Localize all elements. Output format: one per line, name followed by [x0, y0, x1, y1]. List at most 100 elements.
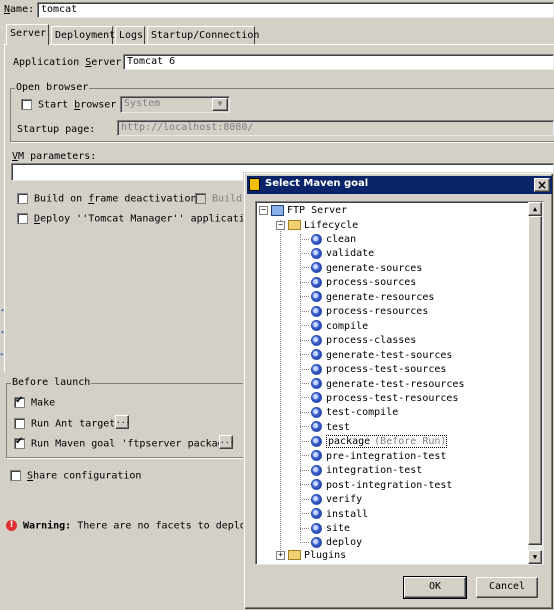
- close-icon[interactable]: ×: [534, 178, 550, 192]
- tree-goal-verify[interactable]: verify: [300, 493, 362, 507]
- goal-icon: [311, 522, 322, 534]
- tree-connector: [300, 281, 309, 283]
- goal-label: package: [326, 435, 372, 449]
- tree-connector: [300, 339, 309, 341]
- cancel-button[interactable]: Cancel: [476, 577, 538, 598]
- startup-page-field[interactable]: http://localhost:8080/: [117, 120, 554, 136]
- before-run-suffix: (Before Run): [370, 435, 448, 449]
- ant-ellipsis-button[interactable]: ...: [115, 415, 130, 429]
- goal-label: pre-integration-test: [326, 450, 447, 462]
- folder-icon: [288, 550, 301, 560]
- tree-scrollbar[interactable]: ▲ ▼: [528, 202, 543, 564]
- share-configuration-checkbox[interactable]: Share configuration: [10, 470, 141, 482]
- tree-goal-generate-test-resources[interactable]: generate-test-resources: [300, 378, 464, 392]
- startup-page-label: Startup page:: [17, 124, 96, 135]
- ok-button[interactable]: OK: [403, 576, 467, 599]
- tree-goal-pre-integration-test[interactable]: pre-integration-test: [300, 450, 446, 464]
- tree-connector: [300, 368, 309, 370]
- goal-label: test: [326, 421, 351, 433]
- tree-connector: [300, 440, 309, 442]
- goal-label: install: [326, 508, 369, 520]
- tree-plugins[interactable]: + Plugins: [276, 549, 346, 563]
- tree-goal-post-integration-test[interactable]: post-integration-test: [300, 479, 452, 493]
- tree-root[interactable]: − FTP Server: [259, 204, 347, 218]
- tab-deployment[interactable]: Deployment: [51, 26, 115, 44]
- goal-icon: [311, 378, 322, 389]
- app-server-select[interactable]: Tomcat 6: [123, 54, 554, 70]
- scroll-up-icon[interactable]: ▲: [528, 202, 542, 216]
- tree-connector: [300, 513, 309, 515]
- collapse-icon[interactable]: −: [259, 205, 268, 215]
- tree-goal-compile[interactable]: compile: [300, 320, 368, 334]
- tree-goal-process-classes[interactable]: process-classes: [300, 334, 416, 348]
- maven-ellipsis-button[interactable]: ...: [219, 435, 234, 449]
- splitter-arrow-icon[interactable]: ◂: [0, 306, 4, 314]
- tree-goal-generate-sources[interactable]: generate-sources: [300, 262, 422, 276]
- warning-icon: !: [6, 520, 17, 531]
- browser-select[interactable]: System ▼: [120, 96, 230, 113]
- tree-goal-integration-test[interactable]: integration-test: [300, 464, 422, 478]
- goal-label: integration-test: [326, 465, 423, 477]
- goal-label: validate: [326, 248, 375, 260]
- collapse-icon[interactable]: −: [276, 220, 285, 230]
- build-on-frame-checkbox[interactable]: Build on frame deactivation: [17, 193, 197, 205]
- tree-goal-process-test-resources[interactable]: process-test-resources: [300, 392, 458, 406]
- tree-connector: [300, 498, 309, 500]
- tree-goal-generate-test-sources[interactable]: generate-test-sources: [300, 349, 452, 363]
- run-maven-checkbox[interactable]: Run Maven goal 'ftpserver package': [14, 436, 236, 450]
- tree-goal-install[interactable]: install: [300, 508, 368, 522]
- splitter-arrow-icon[interactable]: ▸: [0, 350, 4, 358]
- tree-goal-generate-resources[interactable]: generate-resources: [300, 291, 434, 305]
- select-maven-goal-dialog: Select Maven goal × − FTP Server − Lifecyc…: [243, 172, 554, 610]
- scroll-thumb[interactable]: [528, 216, 542, 545]
- tree-goal-site[interactable]: site: [300, 522, 350, 536]
- goal-tree[interactable]: − FTP Server − Lifecycle clean validate gene…: [255, 201, 544, 565]
- tree-goal-process-test-sources[interactable]: process-test-sources: [300, 363, 446, 377]
- tree-connector: [300, 455, 309, 457]
- open-browser-title: Open browser: [15, 82, 90, 93]
- goal-label: generate-resources: [326, 291, 435, 303]
- goal-icon: [311, 291, 322, 303]
- tree-connector: [300, 484, 309, 486]
- deploy-checkbox[interactable]: Deploy ''Tomcat Manager'' application: [17, 213, 257, 225]
- goal-label: process-test-resources: [326, 392, 459, 404]
- tree-lifecycle[interactable]: − Lifecycle: [276, 219, 358, 233]
- goal-label: generate-test-sources: [326, 349, 453, 361]
- dialog-title: Select Maven goal: [265, 178, 369, 189]
- scroll-down-icon[interactable]: ▼: [528, 550, 542, 564]
- tab-server[interactable]: Server: [6, 24, 49, 45]
- tree-connector: [300, 383, 309, 384]
- tree-connector: [300, 325, 309, 327]
- goal-label: deploy: [326, 537, 363, 549]
- tree-goal-test[interactable]: test: [300, 421, 350, 435]
- start-browser-checkbox[interactable]: Start browser: [21, 99, 116, 111]
- make-checkbox[interactable]: Make: [14, 395, 55, 409]
- run-ant-checkbox[interactable]: Run Ant target: [14, 418, 115, 430]
- tree-goal-process-resources[interactable]: process-resources: [300, 305, 428, 319]
- tree-goal-process-sources[interactable]: process-sources: [300, 276, 416, 290]
- tab-logs[interactable]: Logs: [115, 26, 145, 44]
- tree-goal-clean[interactable]: clean: [300, 233, 356, 247]
- goal-icon: [311, 320, 322, 332]
- tab-startup-connection[interactable]: Startup/Connection: [147, 26, 259, 44]
- intellij-icon: [249, 178, 260, 191]
- chevron-down-icon[interactable]: ▼: [212, 98, 228, 111]
- name-field[interactable]: tomcat: [37, 2, 554, 18]
- project-icon: [271, 204, 284, 216]
- goal-icon: [311, 349, 322, 361]
- tree-connector: [300, 238, 309, 240]
- goal-icon: [311, 536, 322, 548]
- goal-icon: [311, 479, 322, 491]
- goal-label: clean: [326, 234, 357, 245]
- tree-goal-package[interactable]: package (Before Run): [300, 435, 448, 449]
- folder-icon: [288, 220, 301, 230]
- tree-goal-validate[interactable]: validate: [300, 247, 374, 261]
- splitter-arrow-icon[interactable]: ◂: [0, 328, 4, 336]
- tree-connector: [300, 252, 309, 254]
- tree-goal-test-compile[interactable]: test-compile: [300, 406, 398, 420]
- tree-plugins-label: Plugins: [304, 550, 347, 561]
- tree-connector: [300, 397, 309, 399]
- goal-icon: [311, 305, 322, 317]
- expand-icon[interactable]: +: [276, 550, 285, 560]
- tree-connector: [300, 411, 309, 413]
